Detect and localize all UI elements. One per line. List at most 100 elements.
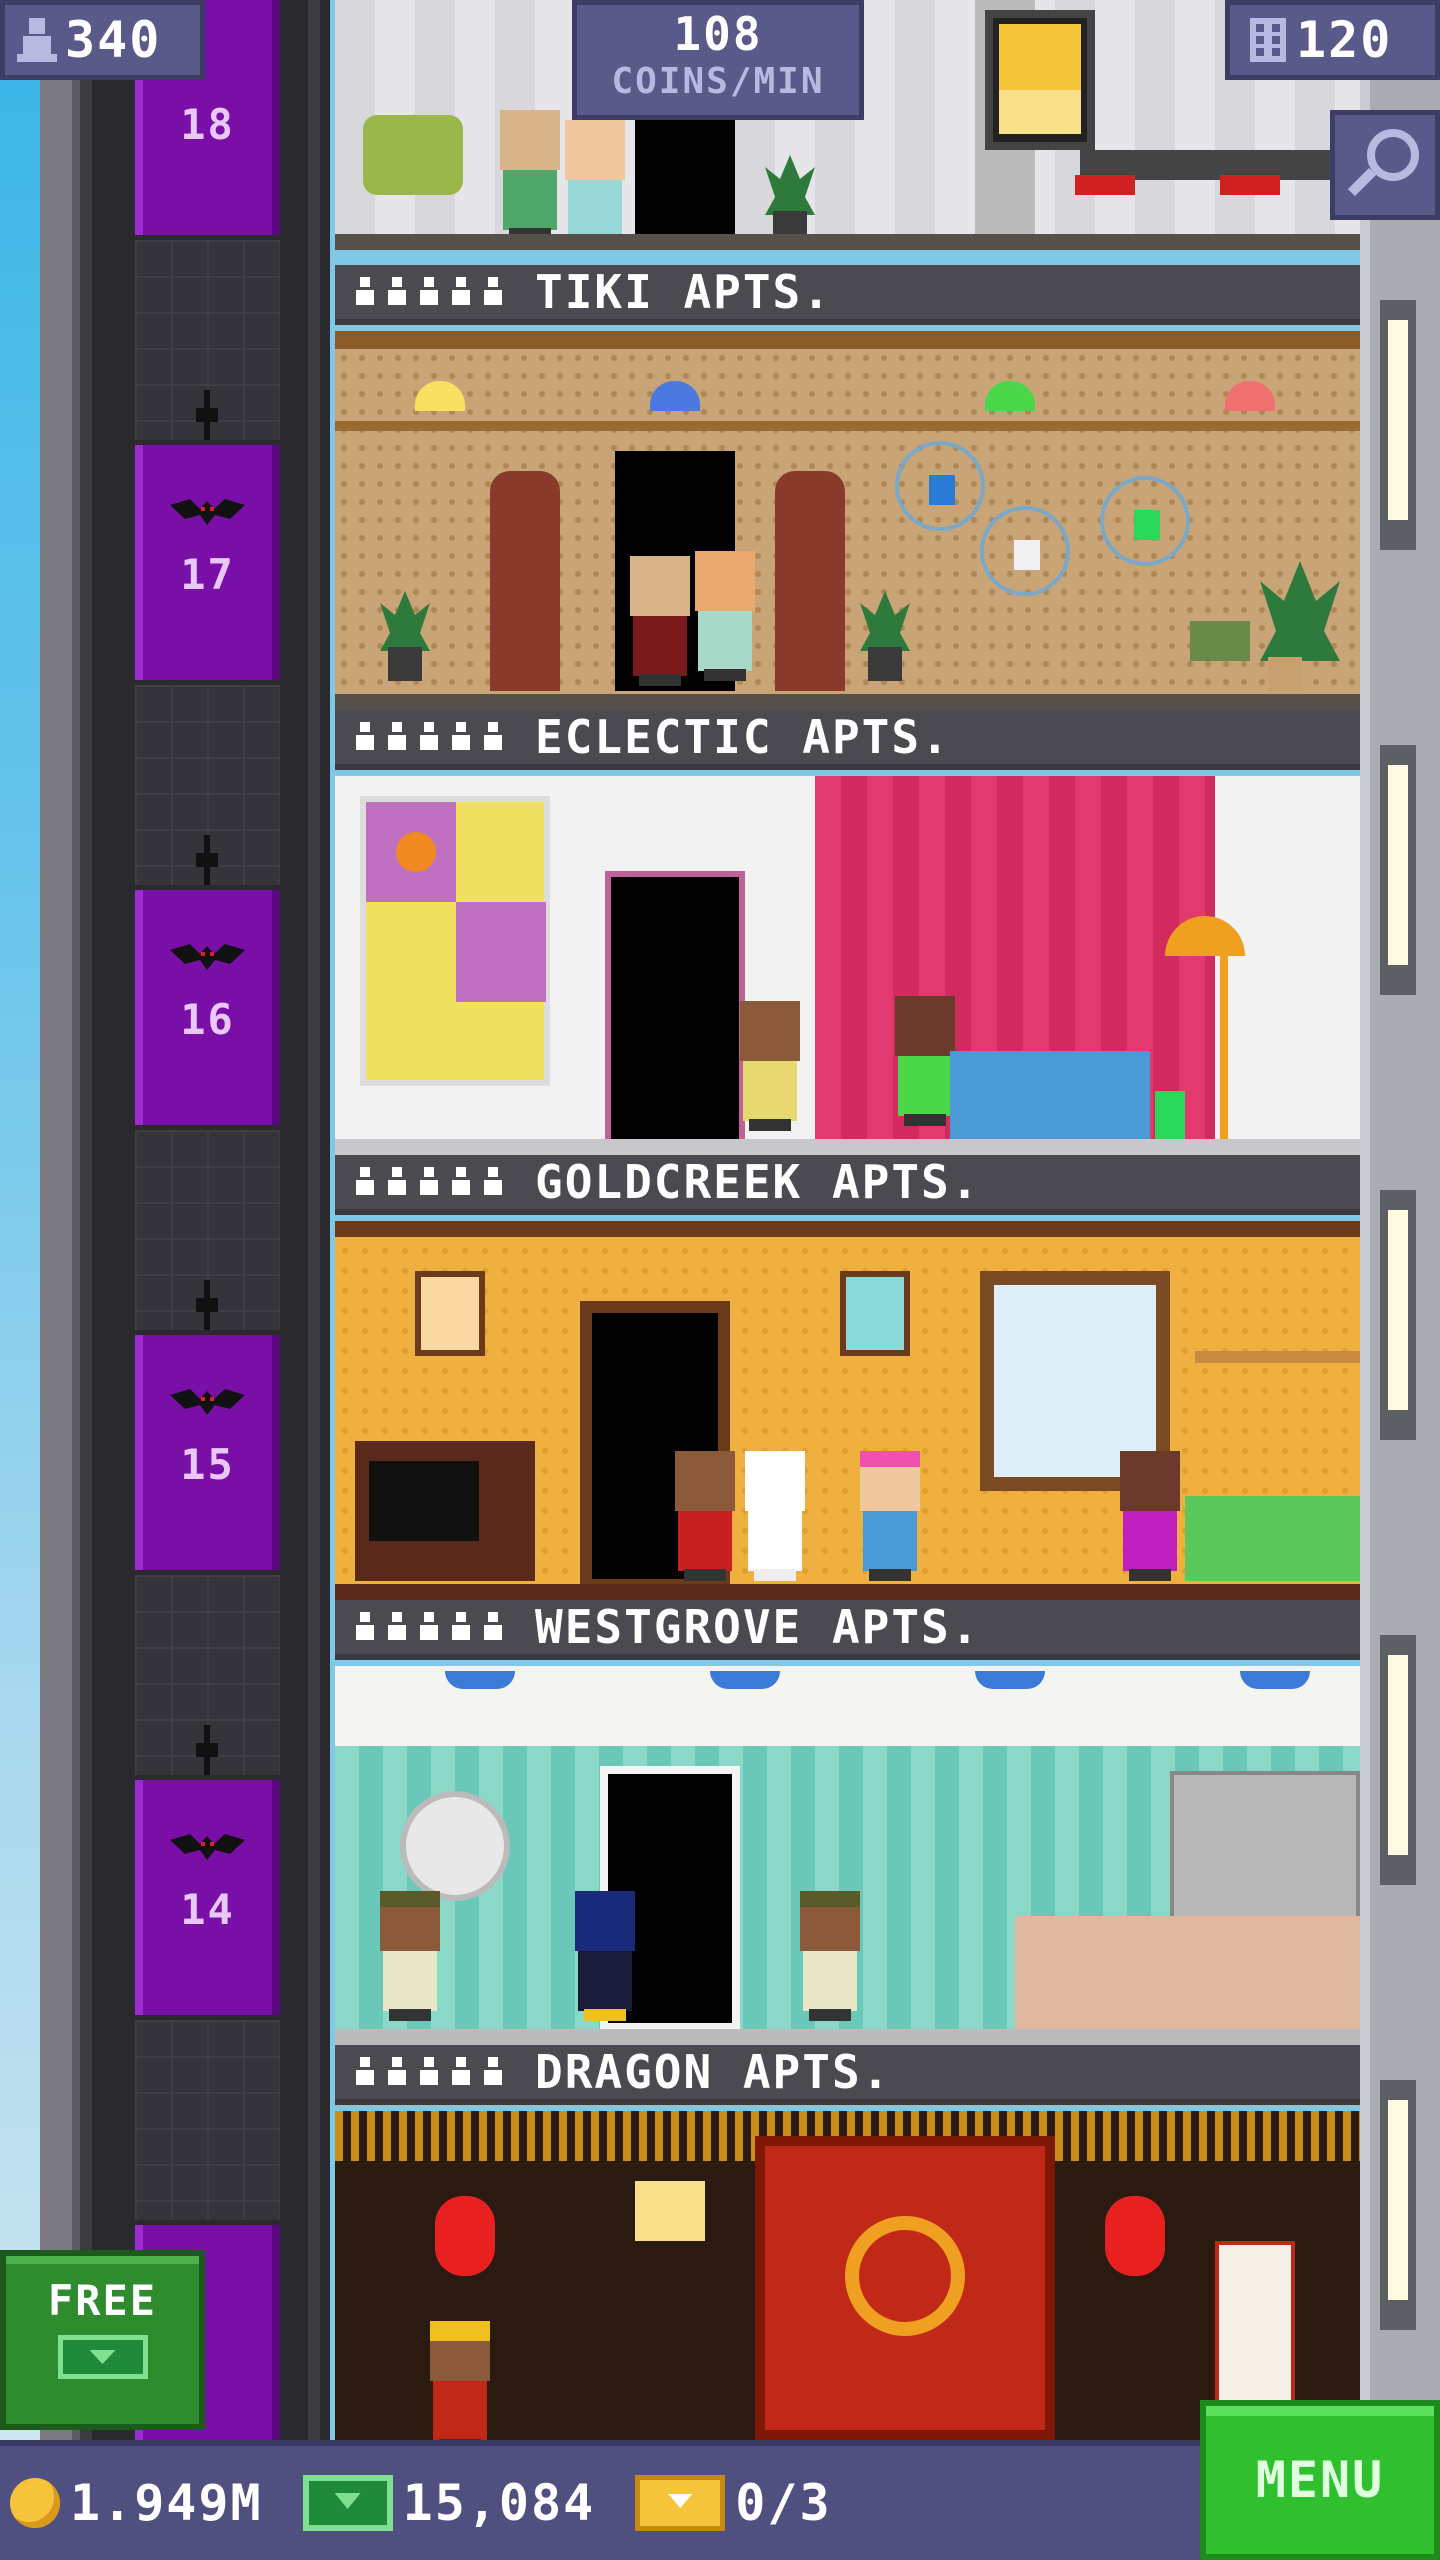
resident[interactable]	[855, 1451, 925, 1581]
elevator-shaft[interactable]: 18 17 16 15 14	[80, 0, 330, 2460]
shaft-wall	[135, 2020, 280, 2220]
person-icon	[449, 1167, 473, 1197]
wall-light	[1380, 1635, 1416, 1885]
ceiling-lamp	[985, 381, 1035, 411]
occupancy-indicator	[353, 2057, 505, 2087]
resident[interactable]	[495, 110, 565, 240]
floor-base	[335, 2029, 1360, 2045]
resident-ghost-costume[interactable]	[740, 1451, 810, 1581]
shaft-wall	[135, 240, 280, 440]
floor-name: ECLECTIC APTS.	[535, 710, 951, 764]
resident[interactable]	[670, 1451, 740, 1581]
bat-icon	[170, 1389, 245, 1415]
menu-button[interactable]: MENU	[1200, 2400, 1440, 2560]
ceiling-beam	[335, 331, 1360, 349]
person-icon	[417, 2057, 441, 2087]
coin-icon	[10, 2478, 60, 2528]
person-icon	[481, 1167, 505, 1197]
ornament-icon	[196, 835, 218, 885]
coins-display[interactable]: 1.949M	[10, 2474, 263, 2532]
tickets-display[interactable]: 0/3	[635, 2474, 831, 2532]
floor-eclectic[interactable]: ECLECTIC APTS.	[335, 710, 1360, 1155]
shaft-rail	[80, 0, 92, 2440]
resident[interactable]	[795, 1891, 865, 2021]
wall-light	[1380, 1190, 1416, 1440]
person-icon	[385, 1167, 409, 1197]
floor-label-bar: WESTGROVE APTS.	[335, 1600, 1360, 1660]
ceiling-lamp	[710, 1671, 780, 1689]
floor-count-value: 120	[1296, 11, 1393, 69]
paper-lantern	[435, 2196, 495, 2276]
wall-rail	[335, 421, 1360, 431]
free-label: FREE	[47, 2276, 158, 2325]
resident[interactable]	[735, 1001, 805, 1131]
floor-goldcreek[interactable]: GOLDCREEK APTS.	[335, 1155, 1360, 1600]
person-icon	[385, 1612, 409, 1642]
portrait-frame	[415, 1271, 485, 1356]
floor-number: 16	[180, 995, 235, 1044]
potted-plant	[860, 591, 910, 681]
person-icon	[353, 1612, 377, 1642]
ceiling-lamp	[975, 1671, 1045, 1689]
ornament-icon	[196, 390, 218, 440]
elevator-floor-17[interactable]: 17	[135, 240, 280, 685]
person-icon	[17, 18, 57, 62]
sofa	[1185, 1496, 1360, 1581]
person-icon	[449, 2057, 473, 2087]
tower-edge	[40, 0, 80, 2440]
resident[interactable]	[560, 120, 630, 250]
resident[interactable]	[425, 2321, 495, 2440]
shaft-rail	[308, 0, 320, 2440]
fridge	[1170, 1771, 1360, 1931]
tv-cabinet	[355, 1441, 535, 1581]
room-interior	[335, 776, 1360, 1155]
floors-icon	[1250, 18, 1286, 62]
bookshelf	[1195, 1351, 1360, 1363]
floor-tiki[interactable]: TIKI APTS.	[335, 265, 1360, 710]
coins-value: 1.949M	[70, 2474, 263, 2532]
tiki-statue	[490, 471, 560, 691]
shaft-wall	[135, 1575, 280, 1775]
resident[interactable]	[690, 551, 760, 681]
person-icon	[353, 722, 377, 752]
person-icon	[417, 1612, 441, 1642]
elevator-floor-14[interactable]: 14	[135, 1575, 280, 2020]
floor-name: DRAGON APTS.	[535, 2045, 892, 2099]
floor-number: 17	[180, 550, 235, 599]
occupancy-indicator	[353, 1167, 505, 1197]
bird-cage	[1100, 476, 1190, 566]
floor-base	[335, 694, 1360, 710]
bux-value: 15,084	[402, 2474, 596, 2532]
ceiling-lamp	[1225, 381, 1275, 411]
person-icon	[481, 1612, 505, 1642]
wall-light	[1380, 745, 1416, 995]
floor-dragon[interactable]: DRAGON APTS.	[335, 2045, 1360, 2440]
search-button[interactable]	[1330, 110, 1440, 220]
elevator-floor-15[interactable]: 15	[135, 1130, 280, 1575]
population-value: 340	[65, 11, 162, 69]
population-counter[interactable]: 340	[0, 0, 205, 80]
resident[interactable]	[625, 556, 695, 686]
stool	[1220, 175, 1280, 195]
resident[interactable]	[1115, 1451, 1185, 1581]
bux-icon	[57, 2335, 148, 2379]
floor-westgrove[interactable]: WESTGROVE APTS.	[335, 1600, 1360, 2045]
person-icon	[449, 722, 473, 752]
person-icon	[481, 2057, 505, 2087]
mirror	[400, 1791, 510, 1901]
tiki-statue	[775, 471, 845, 691]
kitchen-counter	[1015, 1916, 1360, 2031]
resident[interactable]	[375, 1891, 445, 2021]
dragon-tapestry	[755, 2136, 1055, 2440]
floor-name: WESTGROVE APTS.	[535, 1600, 981, 1654]
free-bux-button[interactable]: FREE	[0, 2250, 205, 2430]
door	[635, 110, 735, 250]
resident-bat-costume[interactable]	[570, 1891, 640, 2021]
floor-counter[interactable]: 120	[1225, 0, 1440, 80]
bux-display[interactable]: 15,084	[302, 2474, 596, 2532]
elevator-floor-16[interactable]: 16	[135, 685, 280, 1130]
potted-plant	[765, 155, 815, 245]
floor-base	[335, 1584, 1360, 1600]
floor-base	[335, 1139, 1360, 1155]
floor-name: GOLDCREEK APTS.	[535, 1155, 981, 1209]
